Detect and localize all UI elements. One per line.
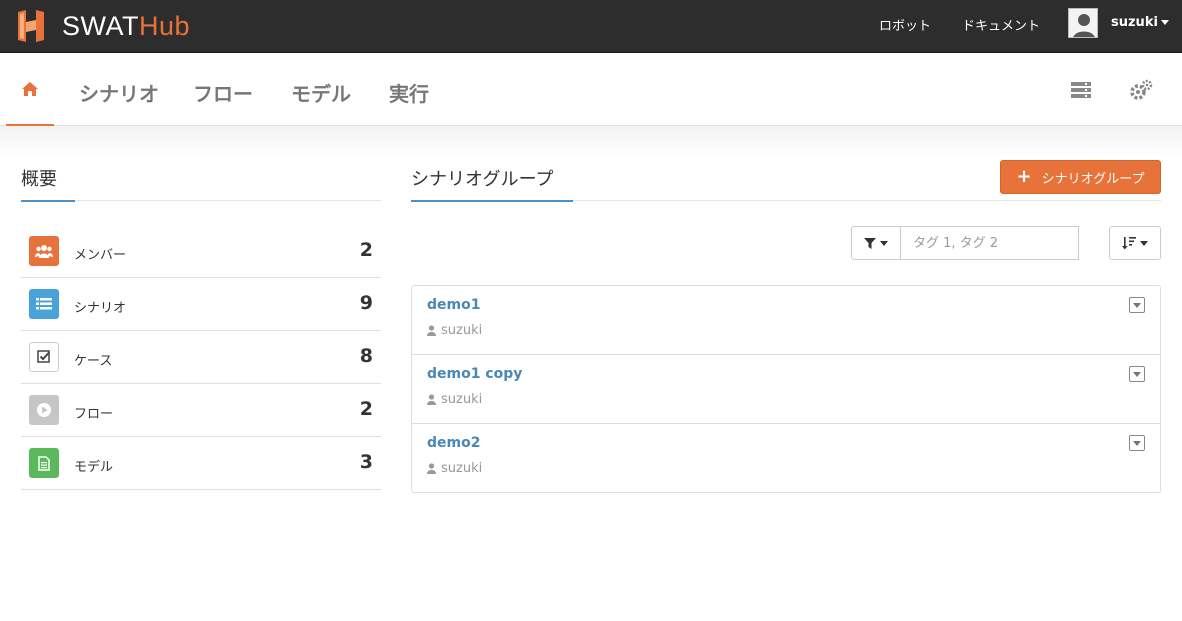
tab-execution[interactable]: 実行	[389, 78, 429, 107]
user-avatar-icon	[1069, 9, 1097, 37]
tab-flows[interactable]: フロー	[193, 78, 253, 107]
list-item: demo1 suzuki	[412, 286, 1160, 355]
top-navbar: SWATHub ロボット ドキュメント suzuki	[0, 0, 1182, 53]
check-square-icon	[29, 342, 59, 372]
stat-label: ケース	[74, 354, 113, 369]
tag-filter-button[interactable]	[851, 226, 901, 260]
expand-toggle[interactable]	[1129, 297, 1145, 313]
stat-cases[interactable]: ケース 8	[21, 331, 381, 384]
owner-name: suzuki	[441, 323, 483, 338]
stat-label: フロー	[74, 407, 114, 422]
user-icon	[427, 325, 436, 336]
scenario-group-list: demo1 suzuki demo1 copy suzuki demo2 suz…	[411, 285, 1161, 493]
avatar[interactable]	[1068, 8, 1098, 38]
scenario-groups-title: シナリオグループ	[411, 169, 554, 190]
gears-icon	[1130, 79, 1153, 100]
caret-down-icon	[1133, 302, 1141, 308]
user-menu[interactable]: suzuki	[1111, 15, 1169, 30]
robots-link[interactable]: ロボット	[879, 15, 931, 34]
chevron-down-icon	[1160, 20, 1169, 25]
stat-label: メンバー	[74, 248, 127, 263]
overview-stats: メンバー 2 シナリオ 9 ケース 8 フロー 2 モデル 3	[21, 225, 381, 490]
home-icon	[22, 82, 38, 96]
overview-title: 概要	[21, 169, 57, 190]
list-item: demo2 suzuki	[412, 424, 1160, 492]
stat-value: 3	[359, 451, 373, 473]
brand[interactable]: SWATHub	[16, 9, 190, 43]
sort-icon	[1122, 237, 1136, 250]
stat-value: 8	[359, 345, 373, 367]
scenario-group-link[interactable]: demo1 copy	[427, 366, 522, 382]
owner-name: suzuki	[441, 392, 483, 407]
section-nav: シナリオ フロー モデル 実行	[0, 54, 1182, 126]
list-icon	[29, 289, 59, 319]
chevron-down-icon	[1140, 240, 1148, 246]
brand-name-part2: Hub	[139, 10, 191, 41]
stat-label: モデル	[74, 460, 114, 475]
stat-scenarios[interactable]: シナリオ 9	[21, 278, 381, 331]
scenario-group-link[interactable]: demo2	[427, 435, 480, 451]
tab-models[interactable]: モデル	[291, 78, 351, 107]
title-accent	[411, 200, 573, 202]
server-icon	[1071, 82, 1091, 98]
play-circle-icon	[29, 395, 59, 425]
group-owner: suzuki	[427, 323, 482, 338]
user-icon	[427, 463, 436, 474]
stat-value: 2	[359, 398, 373, 420]
stat-flows[interactable]: フロー 2	[21, 384, 381, 437]
list-item: demo1 copy suzuki	[412, 355, 1160, 424]
add-scenario-group-label: シナリオグループ	[1041, 171, 1145, 187]
stat-members[interactable]: メンバー 2	[21, 225, 381, 278]
caret-down-icon	[1133, 371, 1141, 377]
stat-label: シナリオ	[74, 301, 127, 316]
tab-home[interactable]	[6, 54, 54, 126]
user-name: suzuki	[1111, 15, 1158, 30]
expand-toggle[interactable]	[1129, 366, 1145, 382]
tag-search-input[interactable]	[900, 226, 1079, 260]
add-scenario-group-button[interactable]: + シナリオグループ	[1000, 160, 1161, 194]
filter-icon	[864, 237, 876, 249]
chevron-down-icon	[880, 240, 888, 246]
tab-scenarios[interactable]: シナリオ	[79, 78, 159, 107]
stat-value: 9	[359, 292, 373, 314]
stat-models[interactable]: モデル 3	[21, 437, 381, 490]
subnav-shadow	[0, 126, 1182, 160]
sort-button[interactable]	[1109, 226, 1161, 260]
stat-value: 2	[359, 239, 373, 261]
user-icon	[427, 394, 436, 405]
swathub-logo-icon	[18, 10, 44, 42]
expand-toggle[interactable]	[1129, 435, 1145, 451]
scenario-group-link[interactable]: demo1	[427, 297, 480, 313]
group-owner: suzuki	[427, 392, 482, 407]
brand-name: SWATHub	[62, 11, 190, 42]
group-owner: suzuki	[427, 461, 482, 476]
owner-name: suzuki	[441, 461, 483, 476]
divider	[21, 200, 381, 201]
settings-button[interactable]	[1129, 78, 1153, 102]
title-accent	[21, 200, 75, 202]
file-icon	[29, 448, 59, 478]
documents-link[interactable]: ドキュメント	[962, 15, 1040, 34]
server-button[interactable]	[1069, 78, 1093, 102]
users-icon	[29, 236, 59, 266]
plus-icon: +	[1016, 166, 1032, 187]
brand-name-part1: SWAT	[62, 10, 139, 41]
caret-down-icon	[1133, 440, 1141, 446]
